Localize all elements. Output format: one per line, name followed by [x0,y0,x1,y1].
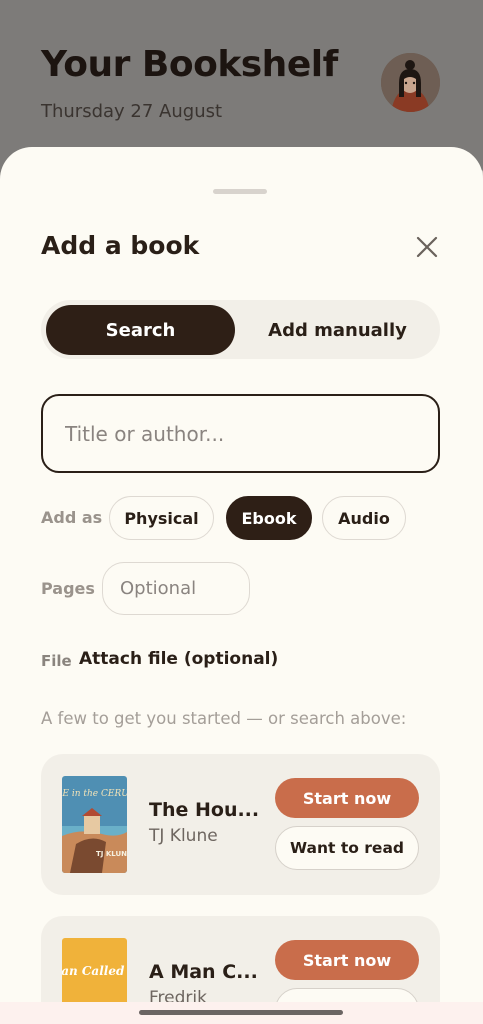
want-to-read-button[interactable]: Want to read [275,826,419,870]
cover-title-text: A Man Called Ove [62,964,127,978]
sheet-drag-handle[interactable] [213,189,267,194]
cover-author-text: TJ KLUNE [96,850,127,858]
cover-title-text: THE HOUSE in the CERULEAN SEA [62,789,127,799]
avatar-illustration [381,53,440,112]
pages-label: Pages [41,579,95,598]
book-title: The Hou... [149,799,260,821]
book-cover: THE HOUSE in the CERULEAN SEA TJ KLUNE [62,776,127,873]
avatar[interactable] [381,53,440,112]
attach-file-button[interactable]: Attach file (optional) [79,649,278,669]
page-date: Thursday 27 August [41,101,223,122]
add-book-sheet: Add a book Search Add manually Add as Ph… [0,147,483,1024]
close-button[interactable] [412,232,442,262]
book-title: A Man C... [149,961,258,983]
chip-audio[interactable]: Audio [322,496,406,540]
mode-segmented-control: Search Add manually [41,300,440,359]
book-author: TJ Klune [149,826,218,846]
chip-ebook[interactable]: Ebook [226,496,312,540]
tab-search[interactable]: Search [46,305,235,355]
background-header: Your Bookshelf Thursday 27 August [0,0,483,150]
sheet-title: Add a book [41,231,200,260]
page-title: Your Bookshelf [41,44,338,85]
close-icon [416,236,438,258]
search-input[interactable] [41,394,440,473]
suggestion-card: THE HOUSE in the CERULEAN SEA TJ KLUNE T… [41,754,440,895]
home-gesture-pill[interactable] [139,1010,343,1015]
file-label: File [41,652,72,670]
add-as-label: Add as [41,508,103,527]
pages-input[interactable] [102,562,250,615]
start-now-button[interactable]: Start now [275,778,419,818]
chip-physical[interactable]: Physical [109,496,214,540]
start-now-button[interactable]: Start now [275,940,419,980]
suggestions-hint: A few to get you started — or search abo… [41,709,407,728]
tab-add-manually[interactable]: Add manually [240,305,435,355]
book-cover-image: THE HOUSE in the CERULEAN SEA TJ KLUNE [62,776,127,873]
